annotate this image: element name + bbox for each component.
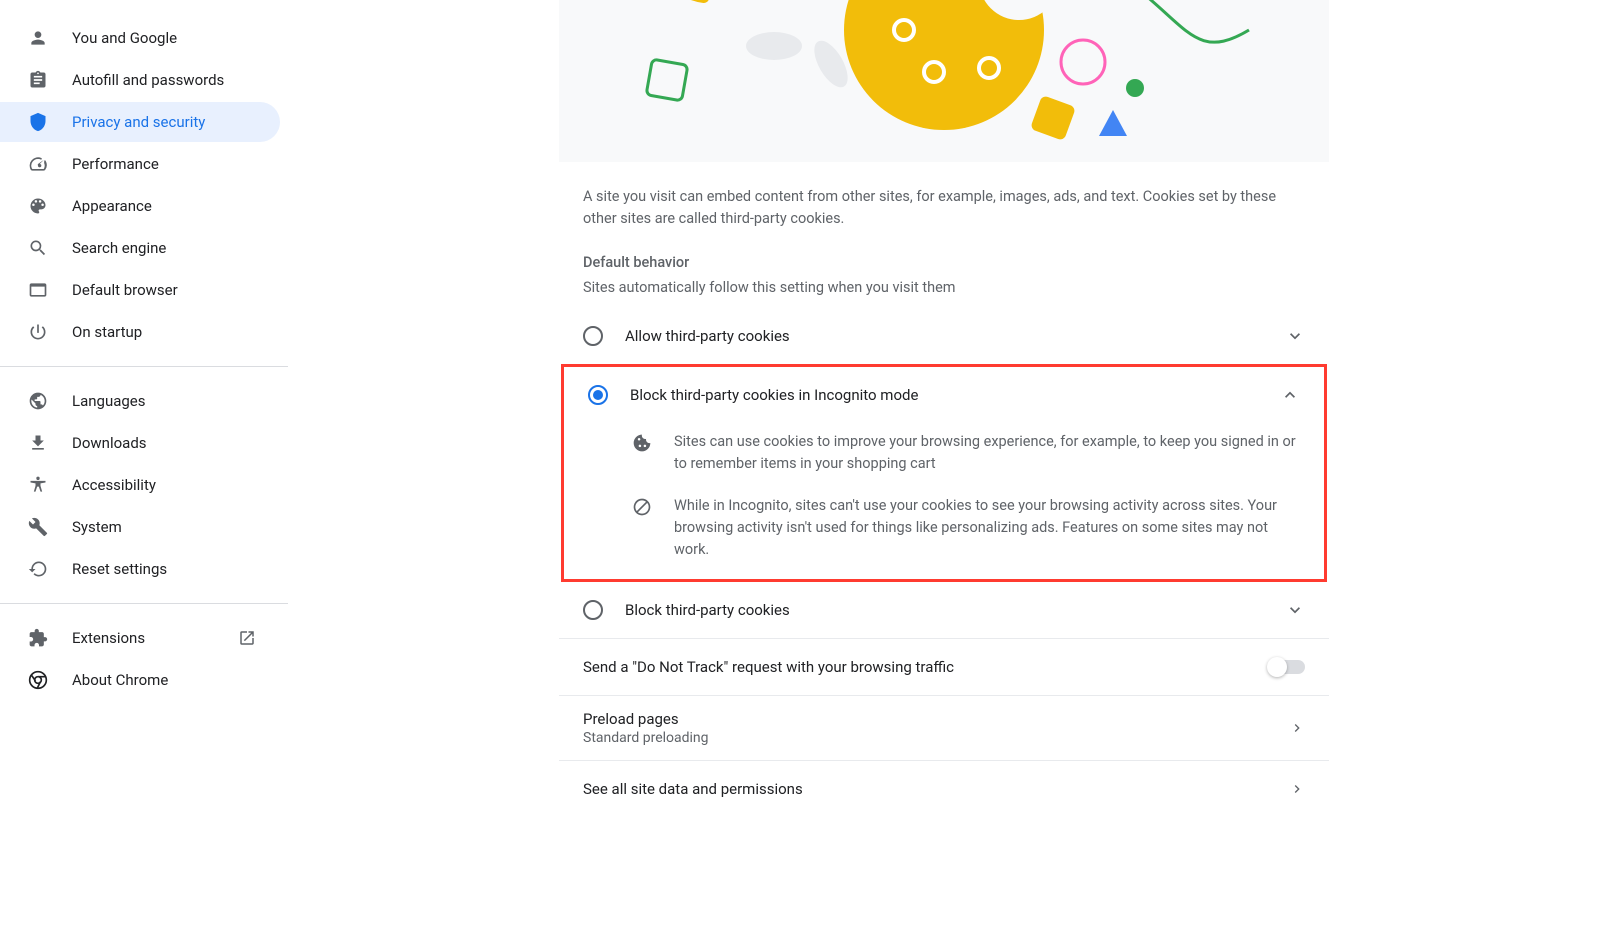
sidebar-item-appearance[interactable]: Appearance <box>0 186 280 226</box>
sidebar-item-label: Default browser <box>72 281 256 299</box>
sidebar-item-autofill[interactable]: Autofill and passwords <box>0 60 280 100</box>
sidebar-item-default-browser[interactable]: Default browser <box>0 270 280 310</box>
speedometer-icon <box>28 154 48 174</box>
sidebar-item-label: Appearance <box>72 197 256 215</box>
globe-icon <box>28 391 48 411</box>
sidebar-item-languages[interactable]: Languages <box>0 381 280 421</box>
power-icon <box>28 322 48 342</box>
sidebar-item-label: Privacy and security <box>72 113 256 131</box>
sidebar-item-label: About Chrome <box>72 671 256 689</box>
option-block-third-party[interactable]: Block third-party cookies <box>559 582 1329 638</box>
setting-label: Preload pages <box>583 710 1289 728</box>
radio-icon <box>583 326 603 346</box>
sidebar-item-system[interactable]: System <box>0 507 280 547</box>
sidebar-item-extensions[interactable]: Extensions <box>0 618 280 658</box>
radio-icon <box>583 600 603 620</box>
sidebar-item-label: Autofill and passwords <box>72 71 256 89</box>
browser-icon <box>28 280 48 300</box>
accessibility-icon <box>28 475 48 495</box>
chevron-right-icon <box>1289 720 1305 736</box>
sidebar-item-reset-settings[interactable]: Reset settings <box>0 549 280 589</box>
section-title-default-behavior: Default behavior <box>559 230 1329 271</box>
sidebar-item-accessibility[interactable]: Accessibility <box>0 465 280 505</box>
detail-text: Sites can use cookies to improve your br… <box>674 431 1300 475</box>
intro-text: A site you visit can embed content from … <box>559 162 1329 230</box>
highlighted-option-block: Block third-party cookies in Incognito m… <box>561 364 1327 582</box>
radio-icon <box>588 385 608 405</box>
setting-sublabel: Standard preloading <box>583 730 1289 746</box>
radio-label: Block third-party cookies in Incognito m… <box>630 386 1280 404</box>
setting-do-not-track[interactable]: Send a "Do Not Track" request with your … <box>559 639 1329 695</box>
sidebar-item-label: System <box>72 518 256 536</box>
sidebar-item-label: You and Google <box>72 29 256 47</box>
sidebar-item-privacy-security[interactable]: Privacy and security <box>0 102 280 142</box>
blocked-icon <box>632 497 652 517</box>
download-icon <box>28 433 48 453</box>
option-allow-third-party[interactable]: Allow third-party cookies <box>559 308 1329 364</box>
sidebar-item-you-and-google[interactable]: You and Google <box>0 18 280 58</box>
chrome-icon <box>28 670 48 690</box>
sidebar-divider <box>0 366 288 367</box>
sidebar-divider <box>0 603 288 604</box>
clipboard-icon <box>28 70 48 90</box>
sidebar-item-about-chrome[interactable]: About Chrome <box>0 660 280 700</box>
sidebar-item-label: Downloads <box>72 434 256 452</box>
person-icon <box>28 28 48 48</box>
dnt-toggle[interactable] <box>1269 660 1305 674</box>
radio-label: Block third-party cookies <box>625 601 1285 619</box>
search-icon <box>28 238 48 258</box>
sidebar-item-downloads[interactable]: Downloads <box>0 423 280 463</box>
settings-main: A site you visit can embed content from … <box>288 0 1600 934</box>
sidebar-item-label: Search engine <box>72 239 256 257</box>
cookies-hero-illustration <box>559 0 1329 162</box>
sidebar-item-search-engine[interactable]: Search engine <box>0 228 280 268</box>
sidebar-item-label: Extensions <box>72 629 230 647</box>
setting-label: Send a "Do Not Track" request with your … <box>583 658 1269 676</box>
setting-site-data-permissions[interactable]: See all site data and permissions <box>559 761 1329 817</box>
extension-icon <box>28 628 48 648</box>
chevron-down-icon[interactable] <box>1285 600 1305 620</box>
chevron-down-icon[interactable] <box>1285 326 1305 346</box>
shield-icon <box>28 112 48 132</box>
sidebar-item-label: Reset settings <box>72 560 256 578</box>
settings-sidebar: You and Google Autofill and passwords Pr… <box>0 0 288 934</box>
radio-label: Allow third-party cookies <box>625 327 1285 345</box>
sidebar-item-label: Performance <box>72 155 256 173</box>
palette-icon <box>28 196 48 216</box>
launch-icon <box>238 629 256 647</box>
section-subtitle: Sites automatically follow this setting … <box>559 271 1329 308</box>
detail-row-cookie-benefit: Sites can use cookies to improve your br… <box>564 423 1324 487</box>
setting-preload-pages[interactable]: Preload pages Standard preloading <box>559 696 1329 760</box>
sidebar-item-label: Accessibility <box>72 476 256 494</box>
setting-label: See all site data and permissions <box>583 780 1289 798</box>
cookie-icon <box>632 433 652 453</box>
reset-icon <box>28 559 48 579</box>
wrench-icon <box>28 517 48 537</box>
sidebar-item-label: On startup <box>72 323 256 341</box>
option-block-incognito[interactable]: Block third-party cookies in Incognito m… <box>564 367 1324 423</box>
chevron-right-icon <box>1289 781 1305 797</box>
chevron-up-icon[interactable] <box>1280 385 1300 405</box>
detail-row-incognito-block: While in Incognito, sites can't use your… <box>564 487 1324 579</box>
detail-text: While in Incognito, sites can't use your… <box>674 495 1300 561</box>
sidebar-item-performance[interactable]: Performance <box>0 144 280 184</box>
sidebar-item-on-startup[interactable]: On startup <box>0 312 280 352</box>
sidebar-item-label: Languages <box>72 392 256 410</box>
